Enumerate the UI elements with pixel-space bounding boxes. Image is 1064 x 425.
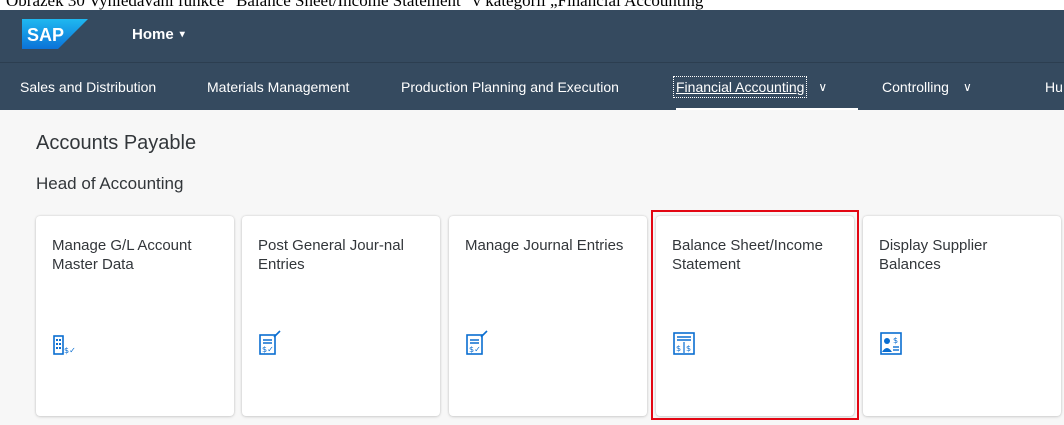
tab-human-resources[interactable]: Hu [1045,63,1063,111]
building-money-icon: $✓ [53,335,76,355]
tile-post-general-journal-entries[interactable]: Post General Jour-nal Entries $✓ [242,216,440,416]
tile-title: Manage G/L Account Master Data [52,237,192,273]
tile-manage-journal-entries[interactable]: Manage Journal Entries $✓ [449,216,647,416]
tile-title: Display Supplier Balances [879,237,988,273]
tab-materials-management[interactable]: Materials Management [207,63,349,111]
tile-display-supplier-balances[interactable]: Display Supplier Balances $ [863,216,1061,416]
space-navigation-bar: Sales and Distribution Materials Managem… [0,62,1064,111]
tab-financial-accounting-label: Financial Accounting [672,76,808,98]
tile-title: Balance Sheet/Income Statement [672,237,823,273]
tab-controlling[interactable]: Controlling ∨ [882,63,972,111]
svg-text:$: $ [676,344,681,353]
svg-text:$✓: $✓ [469,345,481,354]
tile-title: Manage Journal Entries [465,237,624,254]
tile-manage-gl-account-master-data[interactable]: Manage G/L Account Master Data $✓ [36,216,234,416]
svg-text:SAP: SAP [27,25,64,45]
chevron-down-icon: ∨ [818,80,828,94]
sap-logo[interactable]: SAP [22,19,88,49]
svg-text:$✓: $✓ [262,345,274,354]
document-money-icon: $✓ [259,330,281,355]
tab-financial-accounting[interactable]: Financial Accounting ∨ [672,63,858,111]
tile-title: Post General Jour-nal Entries [258,237,404,273]
shell-bar: SAP Home ▾ [0,10,1064,62]
tile-balance-sheet-income-statement[interactable]: Balance Sheet/Income Statement $ $ [656,216,854,416]
group-title: Head of Accounting [36,174,184,193]
figure-caption: Obrázek 30 Vyhledávání funkce “Balance S… [0,0,1064,10]
supplier-money-icon: $ [880,332,902,355]
tab-production-planning[interactable]: Production Planning and Execution [401,63,619,111]
home-label: Home [132,26,174,43]
caption-text: Obrázek 30 Vyhledávání funkce “Balance S… [6,0,711,10]
svg-text:$✓: $✓ [64,346,76,355]
svg-text:$: $ [686,344,691,353]
home-menu-button[interactable]: Home ▾ [132,26,185,43]
document-money-icon: $✓ [466,330,488,355]
chevron-down-icon: ∨ [962,80,972,94]
caret-down-icon: ▾ [179,29,185,40]
section-title: Accounts Payable [36,132,197,154]
launchpad-content: Accounts Payable Head of Accounting Mana… [0,110,1064,425]
balance-sheet-icon: $ $ [673,332,695,355]
svg-text:$: $ [893,336,898,345]
tab-sales-and-distribution[interactable]: Sales and Distribution [20,63,156,111]
